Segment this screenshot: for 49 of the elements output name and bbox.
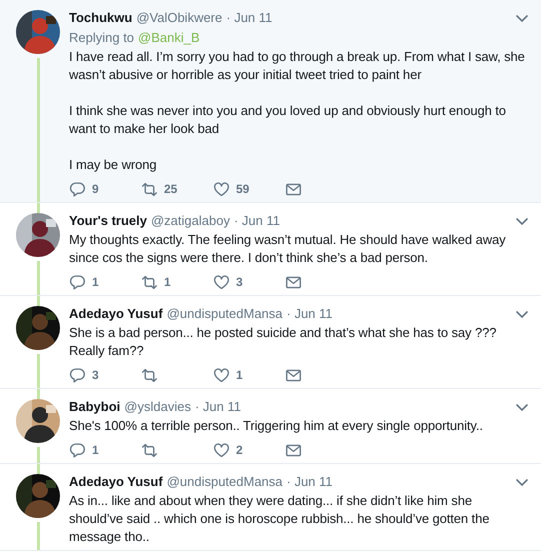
- display-name[interactable]: Tochukwu: [69, 9, 132, 27]
- tweet-date[interactable]: · Jun 11: [226, 9, 272, 27]
- message-icon[interactable]: [285, 442, 302, 458]
- reply-count: 1: [92, 275, 99, 289]
- display-name[interactable]: Adedayo Yusuf: [69, 473, 163, 491]
- reply-count: 9: [92, 182, 99, 196]
- reply-count: 3: [92, 368, 99, 382]
- message-icon[interactable]: [285, 274, 302, 290]
- retweet-count: 25: [164, 182, 178, 196]
- user-handle[interactable]: @undisputedMansa: [166, 305, 283, 323]
- tweet-text: As in... like and about when they were dating... if she didn’t like him she should’ve said .. which one is horoscope rubbish... he should’ve gotten the message tho..: [69, 492, 490, 546]
- reply-count: 1: [92, 443, 99, 457]
- heart-icon[interactable]: [213, 180, 230, 198]
- display-name[interactable]: Babyboi: [69, 398, 120, 416]
- tweet-text: I think she was never into you and you loved up and obviously hurt enough to want to make her look bad: [69, 102, 507, 138]
- retweet-icon[interactable]: [141, 442, 158, 458]
- reply-icon[interactable]: [69, 366, 86, 384]
- tweet-text: I may be wrong: [69, 156, 158, 174]
- tweet-date[interactable]: · Jun 11: [234, 212, 280, 230]
- reply-icon[interactable]: [69, 180, 86, 198]
- user-handle[interactable]: @zatigalaboy: [150, 212, 230, 230]
- heart-icon[interactable]: [213, 274, 230, 290]
- tweet-text: She is a bad person... he posted suicide and that’s what she has to say ??? Really fam??: [69, 324, 498, 360]
- reply-icon[interactable]: [69, 274, 86, 290]
- tweet-date[interactable]: · Jun 11: [286, 473, 333, 491]
- like-count: 1: [236, 368, 243, 382]
- like-count: 3: [236, 275, 243, 289]
- like-count: 59: [236, 182, 250, 196]
- tweet-text: She's 100% a terrible person.. Triggering him at every single opportunity..: [69, 417, 484, 435]
- tweet-date[interactable]: · Jun 11: [286, 305, 333, 323]
- retweet-icon[interactable]: [141, 274, 158, 290]
- user-handle[interactable]: @ValObikwere: [136, 9, 222, 27]
- message-icon[interactable]: [285, 180, 302, 198]
- heart-icon[interactable]: [213, 366, 230, 384]
- user-handle[interactable]: @undisputedMansa: [166, 473, 283, 491]
- reply-icon[interactable]: [69, 442, 86, 458]
- tweet-text: My thoughts exactly. The feeling wasn’t mutual. He should have walked away since cos the signs were there. I don’t think she’s a bad person.: [69, 231, 507, 267]
- like-count: 2: [236, 443, 243, 457]
- user-handle[interactable]: @ysldavies: [124, 398, 191, 416]
- retweet-count: 1: [164, 275, 171, 289]
- tweet-text: I have read all. I’m sorry you had to go through a break up. From what I saw, she wasn’t abusive or horrible as your initial tweet tried to paint her: [69, 48, 526, 84]
- retweet-icon[interactable]: [141, 180, 158, 198]
- tweet-date[interactable]: · Jun 11: [194, 398, 241, 416]
- message-icon[interactable]: [285, 366, 302, 384]
- replying-label: Replying to: [69, 29, 134, 47]
- display-name[interactable]: Adedayo Yusuf: [69, 305, 163, 323]
- heart-icon[interactable]: [213, 442, 230, 458]
- display-name[interactable]: Your's truely: [69, 212, 147, 230]
- retweet-icon[interactable]: [141, 366, 158, 384]
